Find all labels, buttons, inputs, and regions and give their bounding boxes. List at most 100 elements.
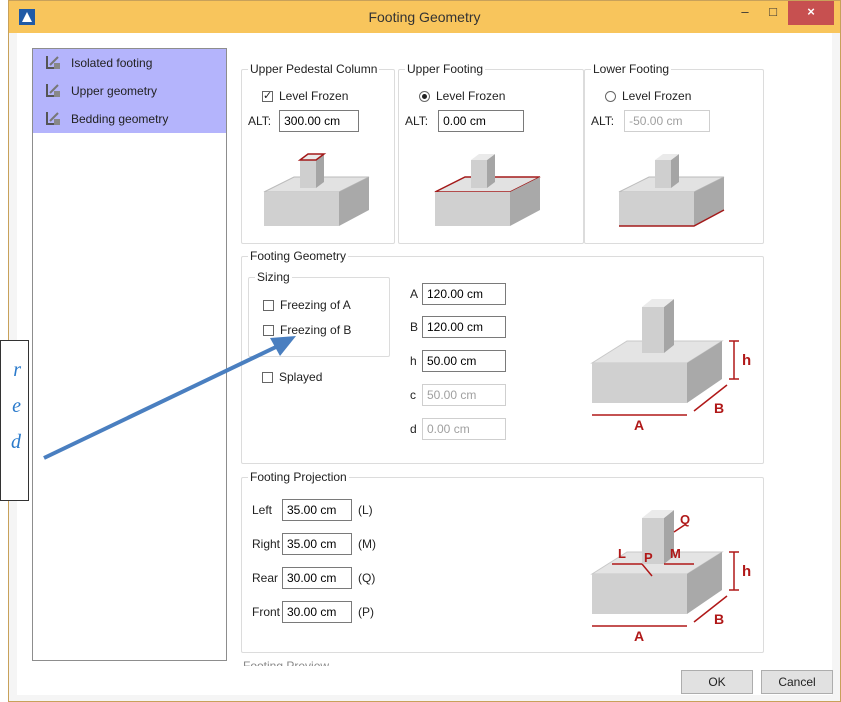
cancel-button[interactable]: Cancel bbox=[761, 670, 833, 694]
pedestal-diagram bbox=[263, 153, 370, 226]
tree-item-label: Bedding geometry bbox=[71, 112, 169, 126]
checkbox-box[interactable] bbox=[262, 371, 273, 383]
dim-h-text: h bbox=[742, 563, 751, 580]
projection-right-code: (M) bbox=[358, 537, 376, 551]
tree-item-upper-geometry[interactable]: Upper geometry bbox=[33, 77, 226, 105]
radio-label: Level Frozen bbox=[622, 89, 692, 103]
minimize-button[interactable]: – bbox=[732, 1, 758, 25]
group-title: Footing Projection bbox=[248, 470, 349, 484]
dimension-d-input[interactable] bbox=[422, 418, 506, 440]
footing-projection-group: Footing Projection Left (L) Right (M) Re… bbox=[241, 470, 764, 653]
dim-b-text: B bbox=[714, 611, 724, 627]
tree-item-label: Isolated footing bbox=[71, 56, 153, 70]
projection-front-input[interactable] bbox=[282, 601, 352, 623]
projection-left-input[interactable] bbox=[282, 499, 352, 521]
alt-label: ALT: bbox=[248, 114, 272, 128]
maximize-button[interactable]: □ bbox=[760, 1, 786, 25]
upper-footing-alt-input[interactable] bbox=[438, 110, 525, 132]
title-bar[interactable]: Footing Geometry – □ × bbox=[9, 1, 840, 33]
lower-footing-frozen-radio[interactable]: Level Frozen bbox=[605, 89, 691, 103]
dimension-c-label: c bbox=[410, 388, 416, 402]
freeze-a-checkbox[interactable]: Freezing of A bbox=[263, 298, 351, 312]
upper-pedestal-group: Upper Pedestal Column Level Frozen ALT: bbox=[241, 62, 395, 244]
footing-geometry-diagram: h A B bbox=[590, 299, 751, 433]
close-icon: × bbox=[807, 4, 815, 19]
dim-h-text: h bbox=[742, 352, 751, 369]
checkbox-label: Splayed bbox=[279, 370, 323, 384]
upper-footing-diagram bbox=[434, 154, 541, 226]
projection-right-label: Right bbox=[252, 537, 281, 551]
projection-rear-input[interactable] bbox=[282, 567, 352, 589]
lower-footing-diagram bbox=[618, 154, 725, 227]
upper-pedestal-frozen-checkbox[interactable]: Level Frozen bbox=[262, 89, 348, 103]
dim-a-text: A bbox=[634, 417, 644, 433]
projection-front-code: (P) bbox=[358, 605, 374, 619]
footing-geometry-window: Footing Geometry – □ × Isolated footing bbox=[8, 0, 841, 702]
upper-pedestal-alt-input[interactable] bbox=[279, 110, 360, 132]
footing-geometry-group: Footing Geometry Sizing Freezing of A Fr… bbox=[241, 249, 764, 464]
splayed-checkbox[interactable]: Splayed bbox=[262, 370, 322, 384]
maximize-icon: □ bbox=[769, 4, 777, 19]
minimize-icon: – bbox=[741, 4, 749, 19]
tree-item-bedding-geometry[interactable]: Bedding geometry bbox=[33, 105, 226, 133]
dimension-c-input[interactable] bbox=[422, 384, 506, 406]
footing-projection-diagram: L P M Q h A B bbox=[590, 510, 751, 644]
ok-button[interactable]: OK bbox=[681, 670, 753, 694]
dim-q-text: Q bbox=[680, 512, 690, 527]
dialog-body: Isolated footing Upper geometry Bedding … bbox=[17, 33, 833, 695]
projection-rear-code: (Q) bbox=[358, 571, 376, 585]
navigation-tree: Isolated footing Upper geometry Bedding … bbox=[32, 48, 227, 661]
radio-label: Level Frozen bbox=[436, 89, 506, 103]
checkbox-label: Level Frozen bbox=[279, 89, 349, 103]
projection-left-label: Left bbox=[252, 503, 273, 517]
freeze-b-checkbox[interactable]: Freezing of B bbox=[263, 323, 351, 337]
group-title: Footing Geometry bbox=[248, 249, 349, 263]
tree-item-label: Upper geometry bbox=[71, 84, 158, 98]
dimension-a-label: A bbox=[410, 287, 419, 301]
radio-button[interactable] bbox=[605, 90, 616, 102]
close-button[interactable]: × bbox=[788, 1, 834, 25]
group-title: Upper Footing bbox=[405, 62, 486, 76]
dim-p-text: P bbox=[644, 550, 653, 565]
footing-preview-title: Footing Preview bbox=[243, 660, 329, 666]
footing-tree-icon bbox=[46, 56, 60, 69]
sizing-group: Sizing Freezing of A Freezing of B bbox=[248, 270, 390, 357]
callout-line: e bbox=[12, 395, 21, 417]
upper-footing-group: Upper Footing Level Frozen ALT: bbox=[398, 62, 584, 244]
dimension-b-label: B bbox=[410, 320, 419, 334]
projection-rear-label: Rear bbox=[252, 571, 279, 585]
alt-label: ALT: bbox=[591, 114, 615, 128]
dim-b-text: B bbox=[714, 400, 724, 416]
dimension-d-label: d bbox=[410, 422, 417, 436]
dimension-h-label: h bbox=[410, 354, 417, 368]
group-title: Upper Pedestal Column bbox=[248, 62, 380, 76]
checkbox-box[interactable] bbox=[262, 89, 273, 102]
lower-footing-group: Lower Footing Level Frozen ALT: bbox=[584, 62, 764, 244]
dim-l-text: L bbox=[618, 546, 626, 561]
group-title: Sizing bbox=[255, 270, 292, 284]
projection-front-label: Front bbox=[252, 605, 281, 619]
footing-tree-icon bbox=[46, 112, 60, 125]
annotation-callout: r e d bbox=[0, 340, 29, 501]
callout-line: r bbox=[13, 359, 21, 381]
dimension-a-input[interactable] bbox=[422, 283, 506, 305]
projection-right-input[interactable] bbox=[282, 533, 352, 555]
window-title: Footing Geometry bbox=[368, 9, 481, 25]
checkbox-box[interactable] bbox=[263, 324, 274, 336]
checkbox-box[interactable] bbox=[263, 299, 274, 311]
projection-left-code: (L) bbox=[358, 503, 373, 517]
callout-line: d bbox=[11, 431, 21, 453]
dim-a-text: A bbox=[634, 628, 644, 644]
tree-item-isolated-footing[interactable]: Isolated footing bbox=[33, 49, 226, 77]
alt-label: ALT: bbox=[405, 114, 429, 128]
checkbox-label: Freezing of A bbox=[280, 298, 351, 312]
dim-m-text: M bbox=[670, 546, 681, 561]
upper-footing-frozen-radio[interactable]: Level Frozen bbox=[419, 89, 505, 103]
radio-button[interactable] bbox=[419, 90, 430, 102]
checkbox-label: Freezing of B bbox=[280, 323, 352, 337]
dimension-b-input[interactable] bbox=[422, 316, 506, 338]
footing-tree-icon bbox=[46, 84, 60, 97]
dimension-h-input[interactable] bbox=[422, 350, 506, 372]
group-title: Lower Footing bbox=[591, 62, 672, 76]
lower-footing-alt-input[interactable] bbox=[624, 110, 711, 132]
